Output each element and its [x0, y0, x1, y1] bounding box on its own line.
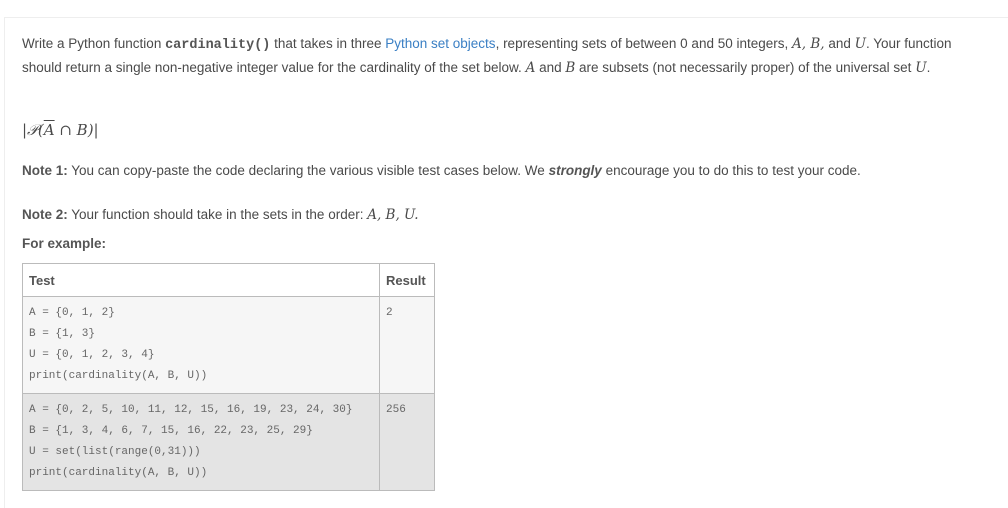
math: A, B, U.: [367, 207, 419, 223]
emphasis: strongly: [548, 163, 602, 178]
note-label: Note 2:: [22, 207, 68, 222]
test-code: A = {0, 2, 5, 10, 11, 12, 15, 16, 19, 23…: [29, 404, 353, 479]
table-row: A = {0, 2, 5, 10, 11, 12, 15, 16, 19, 23…: [22, 393, 435, 491]
note-2: Note 2: Your function should take in the…: [22, 204, 982, 226]
math: B: [565, 60, 576, 76]
math: A: [525, 60, 536, 76]
text: Write a Python function: [22, 36, 166, 51]
examples-table: Test Result A = {0, 1, 2} B = {1, 3} U = …: [22, 263, 435, 491]
formula: |𝒫(A ∩ B)|: [22, 119, 982, 141]
math: A, B,: [792, 36, 825, 52]
text: Your function should take in the sets in…: [67, 207, 368, 222]
note-label: Note 1:: [22, 163, 68, 178]
question-text: Write a Python function cardinality() th…: [22, 33, 982, 79]
header-test: Test: [22, 263, 380, 297]
math: U: [915, 60, 927, 76]
text: .: [926, 60, 931, 75]
complement-a: A: [43, 121, 55, 139]
result: 2: [379, 296, 435, 394]
test-code: A = {0, 1, 2} B = {1, 3} U = {0, 1, 2, 3…: [29, 307, 208, 382]
example-label: For example:: [22, 236, 107, 251]
note-1: Note 1: You can copy-paste the code decl…: [22, 160, 982, 182]
result: 256: [379, 393, 435, 491]
text: |𝒫(: [22, 121, 44, 139]
text: that takes in three: [270, 36, 386, 51]
text: and: [535, 60, 566, 75]
header-result: Result: [379, 263, 435, 297]
text: , representing sets of between 0 and 50 …: [495, 36, 793, 51]
table-row: A = {0, 1, 2} B = {1, 3} U = {0, 1, 2, 3…: [22, 296, 435, 394]
text: and: [824, 36, 855, 51]
text: You can copy-paste the code declaring th…: [67, 163, 549, 178]
text: ∩ B)|: [54, 121, 99, 139]
math: U: [854, 36, 866, 52]
python-set-link[interactable]: Python set objects: [385, 36, 495, 51]
text: are subsets (not necessarily proper) of …: [575, 60, 916, 75]
text: encourage you to do this to test your co…: [601, 163, 861, 178]
function-name: cardinality(): [165, 38, 271, 53]
